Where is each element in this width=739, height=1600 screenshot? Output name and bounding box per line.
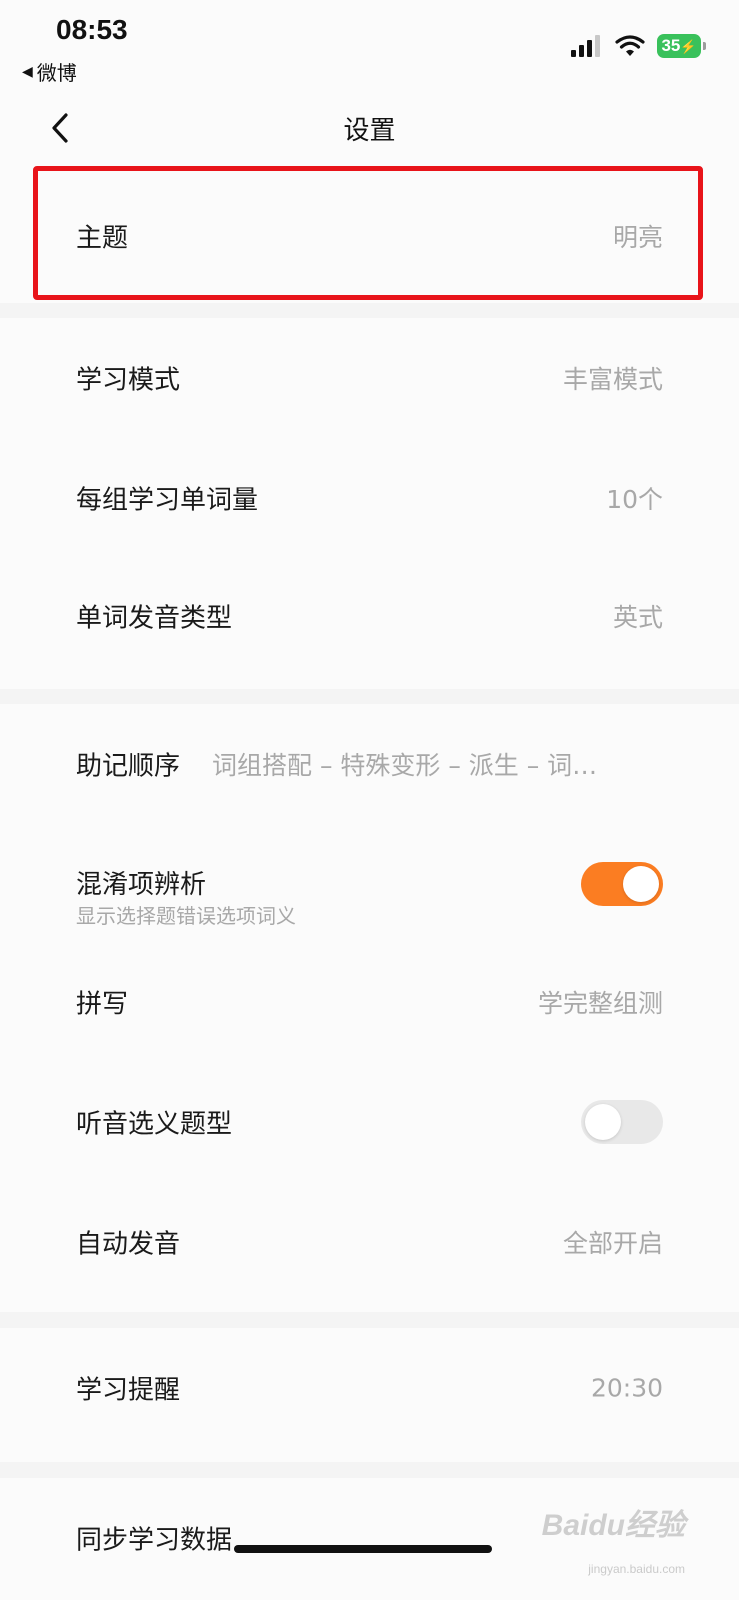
words-per-group-label: 每组学习单词量 — [76, 485, 259, 516]
spelling-value: 学完整组测 — [537, 989, 663, 1018]
listen-choose-toggle[interactable] — [581, 1100, 663, 1144]
setting-row-pronunciation-type[interactable]: 单词发音类型 英式 — [0, 556, 739, 676]
practice-group: 助记顺序 词组搭配 – 特殊变形 – 派生 – 词… 混淆项辨析 显示选择题错误… — [0, 704, 739, 1312]
toggle-knob — [623, 866, 659, 902]
setting-row-spelling[interactable]: 拼写 学完整组测 — [0, 942, 739, 1062]
pronunciation-type-value: 英式 — [612, 603, 663, 632]
baidu-watermark-url: jingyan.baidu.com — [588, 1562, 685, 1576]
study-reminder-value: 20:30 — [590, 1373, 663, 1403]
setting-row-study-reminder[interactable]: 学习提醒 20:30 — [0, 1328, 739, 1448]
learning-group: 学习模式 丰富模式 每组学习单词量 10个 单词发音类型 英式 — [0, 318, 739, 689]
back-triangle-icon: ◀ — [22, 63, 33, 80]
home-indicator[interactable] — [234, 1545, 492, 1553]
status-icons: 35⚡ — [571, 34, 706, 58]
reminder-group: 学习提醒 20:30 — [0, 1328, 739, 1462]
mnemonic-order-label: 助记顺序 — [76, 751, 181, 782]
setting-row-words-per-group[interactable]: 每组学习单词量 10个 — [0, 438, 739, 558]
auto-pronounce-label: 自动发音 — [76, 1229, 181, 1260]
back-to-app-link[interactable]: ◀ 微博 — [22, 57, 77, 86]
confusion-analysis-subtitle: 显示选择题错误选项词义 — [76, 904, 296, 928]
setting-row-learning-mode[interactable]: 学习模式 丰富模式 — [0, 318, 739, 438]
toggle-knob — [585, 1104, 621, 1140]
setting-row-auto-pronounce[interactable]: 自动发音 全部开启 — [0, 1182, 739, 1302]
baidu-watermark-logo: Baidu经验 — [541, 1509, 685, 1542]
setting-row-mnemonic-order[interactable]: 助记顺序 词组搭配 – 特殊变形 – 派生 – 词… — [0, 704, 739, 824]
back-app-label: 微博 — [36, 61, 77, 85]
setting-row-confusion-analysis: 混淆项辨析 显示选择题错误选项词义 — [0, 824, 739, 944]
learning-mode-label: 学习模式 — [76, 365, 181, 396]
confusion-analysis-label: 混淆项辨析 — [76, 870, 207, 900]
confusion-analysis-toggle[interactable] — [581, 862, 663, 906]
battery-icon: 35⚡ — [657, 34, 706, 58]
status-bar: 08:53 ◀ 微博 35⚡ — [0, 0, 739, 88]
highlight-box — [33, 166, 703, 300]
words-per-group-value: 10个 — [606, 485, 663, 514]
mnemonic-order-value: 词组搭配 – 特殊变形 – 派生 – 词… — [212, 751, 598, 780]
signal-icon — [571, 35, 600, 57]
auto-pronounce-value: 全部开启 — [562, 1229, 663, 1258]
sync-data-label: 同步学习数据 — [76, 1525, 233, 1556]
nav-bar: 设置 — [0, 88, 739, 168]
wifi-icon — [615, 35, 645, 56]
page-title: 设置 — [343, 116, 396, 146]
status-time: 08:53 — [56, 14, 128, 45]
settings-screen: 08:53 ◀ 微博 35⚡ 设置 主题 明亮 学习模式 丰富模式 每组学习单词… — [0, 0, 739, 1600]
learning-mode-value: 丰富模式 — [562, 365, 663, 394]
setting-row-listen-choose: 听音选义题型 — [0, 1062, 739, 1182]
pronunciation-type-label: 单词发音类型 — [76, 603, 233, 634]
study-reminder-label: 学习提醒 — [76, 1375, 181, 1406]
listen-choose-label: 听音选义题型 — [76, 1109, 233, 1140]
battery-level: 35 — [661, 36, 681, 55]
spelling-label: 拼写 — [76, 989, 129, 1020]
